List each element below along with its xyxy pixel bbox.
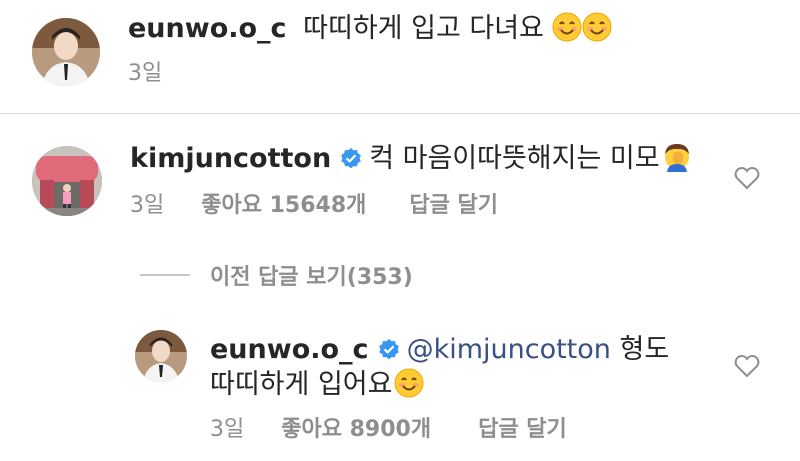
- user-photo-icon: [32, 18, 100, 86]
- divider: [0, 113, 800, 114]
- reply-likes[interactable]: 좋아요 8900개: [281, 416, 431, 444]
- mention-link[interactable]: @kimjuncotton: [407, 334, 611, 365]
- comment-text: 컥 마음이따뜻해지는 미모: [369, 143, 660, 174]
- avatar[interactable]: [32, 18, 100, 86]
- caption-text: 따띠하게 입고 다녀요: [303, 13, 544, 44]
- comment-likes[interactable]: 좋아요 15648개: [201, 192, 366, 220]
- caption-username[interactable]: eunwo.o_c: [128, 13, 287, 44]
- verified-badge-icon: [378, 339, 399, 360]
- comment-username[interactable]: kimjuncotton: [130, 143, 331, 174]
- reply-thread-line: [140, 274, 190, 276]
- comment-timestamp: 3일: [130, 193, 165, 218]
- view-previous-replies[interactable]: 이전 답글 보기(353): [140, 258, 413, 292]
- caption-timestamp: 3일: [128, 61, 163, 86]
- heart-icon[interactable]: [734, 354, 760, 378]
- smiling-face-icon: [552, 12, 582, 42]
- user-photo-icon: [135, 330, 187, 382]
- view-replies-label[interactable]: 이전 답글 보기(353): [210, 259, 413, 291]
- face-palm-icon: [664, 144, 689, 172]
- reply-button[interactable]: 답글 달기: [478, 416, 567, 444]
- verified-badge-icon: [341, 148, 361, 169]
- reply-button[interactable]: 답글 달기: [409, 192, 498, 220]
- reply-text-line1: 형도: [610, 334, 670, 365]
- avatar[interactable]: [135, 330, 187, 382]
- heart-icon[interactable]: [734, 166, 760, 190]
- reply-timestamp: 3일: [210, 417, 245, 442]
- user-photo-icon: [32, 146, 102, 216]
- post-caption: eunwo.o_c 따띠하게 입고 다녀요 3일: [0, 0, 800, 113]
- reply-username[interactable]: eunwo.o_c: [210, 334, 369, 365]
- reply-text-line2: 따띠하게 입어요: [210, 369, 393, 400]
- smiling-face-icon: [394, 368, 424, 398]
- smiling-face-icon: [582, 12, 612, 42]
- avatar[interactable]: [32, 146, 102, 216]
